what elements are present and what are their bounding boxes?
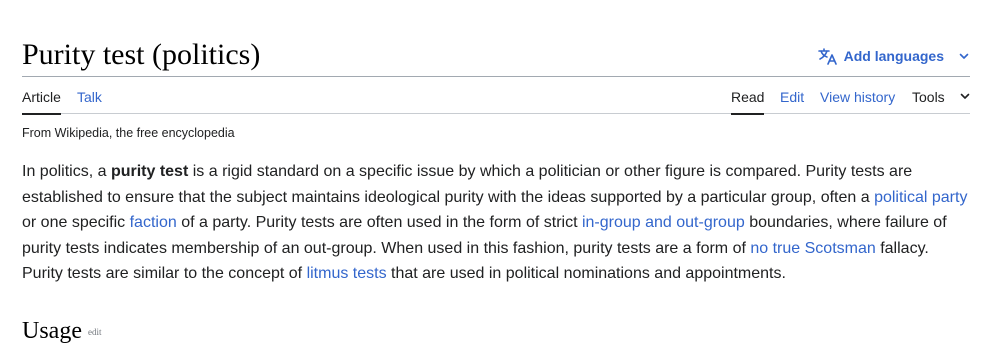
tab-read[interactable]: Read (731, 88, 765, 115)
article-text: or one specific (22, 214, 130, 232)
link-political-party[interactable]: political party (874, 189, 967, 206)
section-heading-text: Usage (22, 318, 82, 344)
site-tagline: From Wikipedia, the free encyclopedia (22, 126, 235, 140)
tabs-row: Article Talk Read Edit View history Tool… (22, 77, 971, 115)
tab-view-history[interactable]: View history (820, 88, 895, 106)
tab-talk[interactable]: Talk (77, 88, 102, 106)
section-edit-link[interactable]: edit (88, 327, 102, 337)
link-litmus-tests[interactable]: litmus tests (307, 265, 387, 282)
add-languages-button[interactable]: Add languages (817, 46, 970, 66)
add-languages-label: Add languages (843, 48, 944, 64)
section-heading-usage: Usage edit (22, 316, 101, 347)
chevron-down-icon (958, 50, 970, 62)
link-faction[interactable]: faction (130, 214, 177, 231)
page-title: Purity test (politics) (22, 38, 261, 71)
translate-icon (817, 47, 838, 65)
article-text: In politics, a (22, 163, 111, 180)
article-text: that are used in political nominations a… (386, 265, 786, 283)
article-bold-term: purity test (110, 163, 189, 180)
article-lead-paragraph: In politics, a purity test is a rigid st… (22, 159, 970, 287)
link-in-group-out-group[interactable]: in-group and out-group (582, 214, 745, 231)
tab-article[interactable]: Article (22, 88, 61, 115)
tab-tools-label: Tools (912, 89, 945, 105)
article-text: of a party. Purity tests are often used … (176, 214, 582, 232)
tab-tools[interactable]: Tools (912, 88, 971, 106)
chevron-down-icon (959, 88, 971, 106)
tab-edit[interactable]: Edit (780, 88, 804, 106)
title-row: Purity test (politics) Add languages (22, 36, 970, 77)
link-no-true-scotsman[interactable]: no true Scotsman (750, 240, 875, 257)
